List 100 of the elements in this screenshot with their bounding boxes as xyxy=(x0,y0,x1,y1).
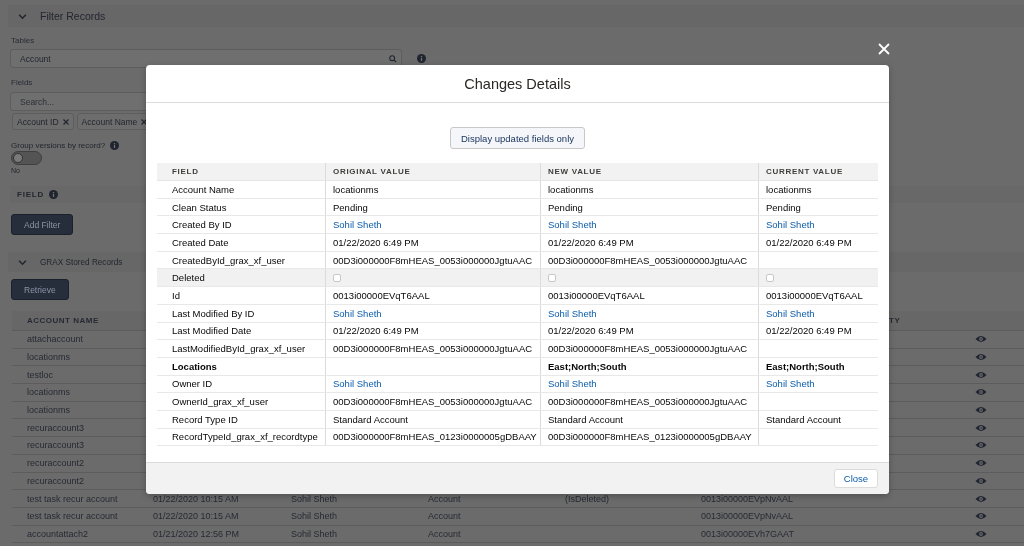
eye-icon[interactable] xyxy=(975,406,987,415)
table-cell: Account xyxy=(428,528,461,539)
info-icon xyxy=(110,140,120,150)
add-filter-button[interactable]: Add Filter xyxy=(11,214,74,235)
display-updated-fields-button[interactable]: Display updated fields only xyxy=(450,127,585,149)
field-name: RecordTypeId_grax_xf_recordtype xyxy=(172,431,318,443)
table-cell: Standard Account xyxy=(333,413,408,425)
checkbox[interactable] xyxy=(766,273,774,282)
table-cell: 01/22/2020 6:49 PM xyxy=(766,236,852,248)
close-icon[interactable] xyxy=(878,43,890,55)
table-cell: Sohil Sheth xyxy=(291,493,338,504)
eye-icon[interactable] xyxy=(975,494,987,503)
table-cell: locationms xyxy=(27,387,71,398)
field-label: Tables xyxy=(11,36,35,46)
field-name: Last Modified By ID xyxy=(172,307,255,319)
table-cell: (IsDeleted) xyxy=(565,493,609,504)
table-cell: recuraccount2 xyxy=(27,475,85,486)
table-cell: Pending xyxy=(766,201,801,213)
table-cell: 00D3i000000F8mHEAS_0053i000000JgtuAAC xyxy=(333,396,533,408)
table-cell: 0013i00000EVqT6AAL xyxy=(333,289,430,301)
eye-icon[interactable] xyxy=(975,370,987,379)
table-cell: Standard Account xyxy=(548,413,623,425)
eye-icon[interactable] xyxy=(975,388,987,397)
field-name: Locations xyxy=(172,360,217,372)
table-cell: 01/22/2020 6:49 PM xyxy=(333,325,419,337)
table-cell: locationms xyxy=(27,352,71,363)
user-link[interactable]: Sohil Sheth xyxy=(766,219,815,231)
table-cell: Pending xyxy=(333,201,368,213)
field-name: Deleted xyxy=(172,272,205,284)
user-link[interactable]: Sohil Sheth xyxy=(548,307,597,319)
user-link[interactable]: Sohil Sheth xyxy=(333,219,382,231)
toggle-switch[interactable] xyxy=(11,151,42,165)
eye-icon[interactable] xyxy=(975,441,987,450)
table-cell: Standard Account xyxy=(766,413,841,425)
table-cell: test task recur account xyxy=(27,511,118,522)
field-name: OwnerId_grax_xf_user xyxy=(172,396,269,408)
field-name: LastModifiedById_grax_xf_user xyxy=(172,343,306,355)
field-name: CreatedById_grax_xf_user xyxy=(172,254,285,266)
table-cell: locationms xyxy=(27,405,71,416)
table-cell: 01/22/2020 10:15 AM xyxy=(153,511,239,522)
table-cell: locationms xyxy=(333,183,379,195)
field-name: Clean Status xyxy=(172,201,227,213)
user-link[interactable]: Sohil Sheth xyxy=(333,378,382,390)
eye-icon[interactable] xyxy=(975,476,987,485)
user-link[interactable]: Sohil Sheth xyxy=(766,378,815,390)
table-cell: 01/22/2020 6:49 PM xyxy=(548,325,634,337)
table-cell: Account xyxy=(428,511,461,522)
table-cell: 01/22/2020 6:49 PM xyxy=(548,236,634,248)
table-cell: Pending xyxy=(548,201,583,213)
user-link[interactable]: Sohil Sheth xyxy=(766,307,815,319)
eye-icon[interactable] xyxy=(975,529,987,538)
table-cell: 00D3i000000F8mHEAS_0053i000000JgtuAAC xyxy=(333,254,533,266)
table-cell: Sohil Sheth xyxy=(291,528,338,539)
table-cell: 00D3i000000F8mHEAS_0123i0000005gDBAAY xyxy=(548,431,752,443)
checkbox[interactable] xyxy=(333,273,341,282)
section-title: Filter Records xyxy=(40,10,106,22)
table-cell: 00D3i000000F8mHEAS_0053i000000JgtuAAC xyxy=(548,343,748,355)
checkbox[interactable] xyxy=(548,273,556,282)
table-cell: 00D3i000000F8mHEAS_0053i000000JgtuAAC xyxy=(333,343,533,355)
table-cell: 01/21/2020 12:56 PM xyxy=(153,528,240,539)
user-link[interactable]: Sohil Sheth xyxy=(548,378,597,390)
column-header: NEW VALUE xyxy=(548,167,602,176)
eye-icon[interactable] xyxy=(975,353,987,362)
table-cell: 0013i00000EVqT6AAL xyxy=(766,289,863,301)
search-icon xyxy=(389,54,397,63)
eye-icon[interactable] xyxy=(975,459,987,468)
column-header: ACCOUNT NAME xyxy=(27,316,99,325)
table-cell: recuraccount2 xyxy=(27,458,85,469)
field-name: Owner ID xyxy=(172,378,213,390)
column-header: TY xyxy=(889,316,901,325)
info-icon xyxy=(417,54,426,63)
dialog-title: Changes Details xyxy=(464,75,571,92)
table-cell: 01/22/2020 6:49 PM xyxy=(766,325,852,337)
table-cell: 0013i00000EVpNvAAL xyxy=(701,493,794,504)
table-cell: attachaccount xyxy=(27,334,84,345)
table-cell: test task recur account xyxy=(27,493,118,504)
table-cell: recuraccount3 xyxy=(27,440,85,451)
table-cell: 0013i00000EVqT6AAL xyxy=(548,289,645,301)
table-cell: recuraccount3 xyxy=(27,422,85,433)
field-name: Last Modified Date xyxy=(172,325,252,337)
table-cell: 00D3i000000F8mHEAS_0053i000000JgtuAAC xyxy=(548,254,748,266)
retrieve-button[interactable]: Retrieve xyxy=(11,279,69,300)
close-button[interactable]: Close xyxy=(834,469,878,488)
eye-icon[interactable] xyxy=(975,512,987,521)
column-header: FIELD xyxy=(172,167,199,176)
table-cell: Sohil Sheth xyxy=(291,511,338,522)
field-name: Created By ID xyxy=(172,219,232,231)
column-header: ORIGINAL VALUE xyxy=(333,167,411,176)
eye-icon[interactable] xyxy=(975,335,987,344)
eye-icon[interactable] xyxy=(975,423,987,432)
table-cell: 00D3i000000F8mHEAS_0053i000000JgtuAAC xyxy=(548,396,748,408)
field-name: Account Name xyxy=(172,183,235,195)
table-cell: accountattach2 xyxy=(27,528,89,539)
table-cell: 0013i00000EVh7GAAT xyxy=(701,528,794,539)
user-link[interactable]: Sohil Sheth xyxy=(548,219,597,231)
table-cell: 0013i00000EVpNvAAL xyxy=(701,511,794,522)
table-cell: Account xyxy=(428,493,461,504)
field-name: Record Type ID xyxy=(172,413,238,425)
user-link[interactable]: Sohil Sheth xyxy=(333,307,382,319)
table-cell: East;North;South xyxy=(766,360,845,372)
